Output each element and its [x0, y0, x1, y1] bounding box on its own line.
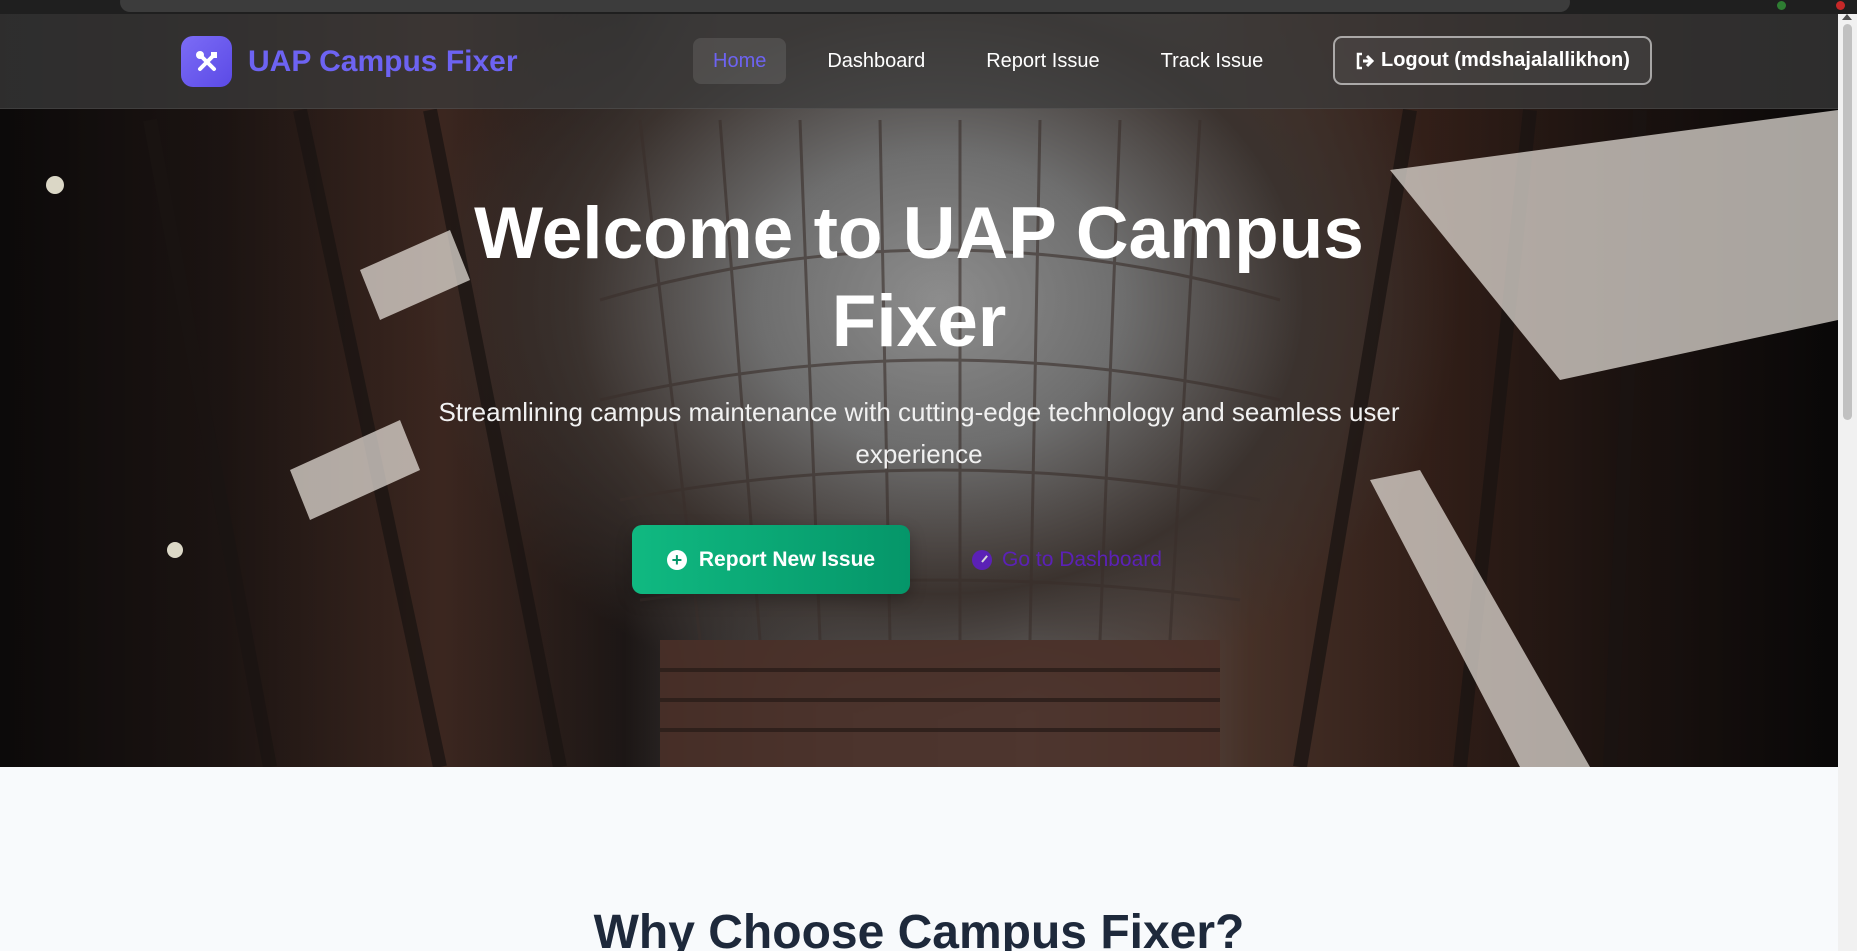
brand-link[interactable]: UAP Campus Fixer	[181, 36, 518, 87]
hero-title: Welcome to UAP Campus Fixer	[474, 193, 1364, 362]
brand-name: UAP Campus Fixer	[248, 44, 518, 78]
nav-dashboard[interactable]: Dashboard	[807, 38, 945, 84]
plus-circle-icon: +	[666, 549, 687, 570]
browser-alert-dot	[1836, 1, 1845, 10]
browser-toolbar	[0, 0, 1857, 14]
browser-status-dot	[1777, 1, 1786, 10]
report-new-issue-label: Report New Issue	[698, 547, 876, 571]
hero-background-image	[46, 108, 1838, 767]
features-title: Why Choose Campus Fixer?	[593, 906, 1245, 951]
report-new-issue-button[interactable]: + Report New Issue	[632, 525, 910, 594]
features-section: Why Choose Campus Fixer?	[0, 767, 1838, 951]
sign-out-icon	[1355, 52, 1375, 70]
hero-section: Welcome to UAP Campus Fixer Streamlining…	[0, 0, 1838, 767]
scroll-up-icon[interactable]	[1842, 14, 1852, 20]
nav-report-issue[interactable]: Report Issue	[966, 38, 1119, 84]
browser-address-bar[interactable]	[120, 0, 1570, 12]
logout-label: Logout (mdshajalallikhon)	[1381, 49, 1630, 71]
go-to-dashboard-label: Go to Dashboard	[1002, 547, 1162, 571]
page-scrollbar[interactable]	[1838, 14, 1857, 951]
nav-track-issue[interactable]: Track Issue	[1141, 38, 1284, 84]
tools-icon	[181, 36, 232, 87]
nav-links: Home Dashboard Report Issue Track Issue	[693, 38, 1304, 84]
logout-button[interactable]: Logout (mdshajalallikhon)	[1333, 36, 1652, 85]
gauge-icon	[972, 549, 993, 570]
go-to-dashboard-button[interactable]: Go to Dashboard	[949, 525, 1185, 594]
hero-subtitle: Streamlining campus maintenance with cut…	[438, 397, 1400, 469]
top-navbar: UAP Campus Fixer Home Dashboard Report I…	[0, 14, 1838, 109]
scroll-thumb[interactable]	[1843, 24, 1852, 420]
nav-home[interactable]: Home	[693, 38, 787, 84]
